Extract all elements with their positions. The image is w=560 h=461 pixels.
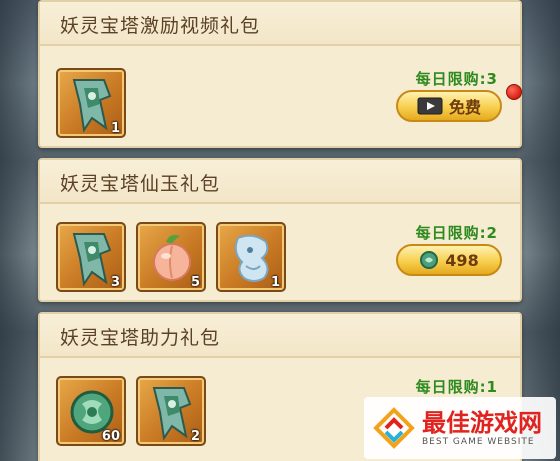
jade-coin-icon	[419, 250, 439, 270]
card-title: 妖灵宝塔助力礼包	[60, 327, 221, 349]
item-count: 2	[190, 429, 200, 444]
gift-pack-card-jade: 妖灵宝塔仙玉礼包 3 5 1 每日限购:2 498	[38, 158, 522, 302]
item-count: 3	[110, 275, 120, 290]
watermark-logo-icon	[373, 407, 415, 449]
card-header: 妖灵宝塔助力礼包	[40, 314, 520, 358]
buy-jade-button[interactable]: 498	[396, 244, 502, 276]
daily-limit: 每日限购:3	[415, 70, 498, 88]
daily-limit: 每日限购:1	[415, 378, 498, 396]
watermark-text: 最佳游戏网 BEST GAME WEBSITE	[422, 409, 542, 447]
site-watermark: 最佳游戏网 BEST GAME WEBSITE	[364, 397, 556, 459]
free-video-button[interactable]: 免费	[396, 90, 502, 122]
card-header: 妖灵宝塔仙玉礼包	[40, 160, 520, 204]
notification-dot	[506, 84, 522, 100]
reward-item[interactable]: 5	[136, 222, 206, 292]
item-count: 1	[270, 275, 280, 290]
card-header: 妖灵宝塔激励视频礼包	[40, 2, 520, 46]
reward-item[interactable]: 1	[56, 68, 126, 138]
watermark-main: 最佳游戏网	[422, 409, 542, 437]
reward-item[interactable]: 2	[136, 376, 206, 446]
reward-item[interactable]: 60	[56, 376, 126, 446]
video-play-icon	[417, 96, 443, 116]
card-body: 3 5 1 每日限购:2 498	[40, 204, 520, 300]
card-title: 妖灵宝塔激励视频礼包	[60, 15, 261, 37]
watermark-sub: BEST GAME WEBSITE	[422, 437, 535, 447]
item-count: 60	[101, 429, 120, 444]
button-label: 免费	[448, 98, 481, 117]
card-title: 妖灵宝塔仙玉礼包	[60, 173, 221, 195]
daily-limit: 每日限购:2	[415, 224, 498, 242]
item-count: 1	[110, 121, 120, 136]
reward-item[interactable]: 1	[216, 222, 286, 292]
item-count: 5	[190, 275, 200, 290]
reward-item[interactable]: 3	[56, 222, 126, 292]
card-body: 1 每日限购:3 免费	[40, 46, 522, 146]
gift-pack-card-video: 妖灵宝塔激励视频礼包 1 每日限购:3 免费	[38, 0, 522, 148]
button-label: 498	[445, 250, 479, 270]
